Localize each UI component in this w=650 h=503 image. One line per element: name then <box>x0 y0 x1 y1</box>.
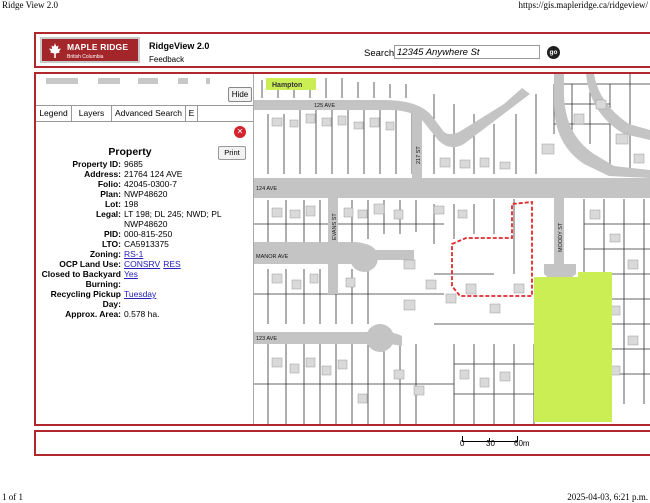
property-row-label: Folio: <box>97 179 121 189</box>
property-row-label: Lot: <box>104 199 121 209</box>
map-footer: 0 30 60m <box>34 430 650 456</box>
property-row: Legal: LT 198; DL 245; NWD; PL NWP48620 <box>36 209 253 229</box>
property-link[interactable]: Yes <box>124 269 138 279</box>
close-icon[interactable]: ✕ <box>234 126 246 138</box>
property-row-links: Yes <box>124 269 253 279</box>
property-row: OCP Land Use: CONSRV RES <box>36 259 253 269</box>
property-title: Property <box>108 146 152 158</box>
property-row-value: 9685 <box>124 159 143 169</box>
toolbar-item[interactable] <box>98 78 120 84</box>
property-link[interactable]: RES <box>163 259 180 269</box>
print-button[interactable]: Print <box>218 146 246 160</box>
tab-legend[interactable]: Legend <box>36 106 72 121</box>
property-details: Property ID: 9685 Address: 21764 124 AVE Fol… <box>36 159 253 319</box>
property-row: Plan: NWP48620 <box>36 189 253 199</box>
property-row-links: Tuesday <box>124 289 253 299</box>
road-label-125-ave: 125 AVE <box>314 103 335 109</box>
feedback-link[interactable]: Feedback <box>149 55 184 64</box>
property-link[interactable]: CONSRV <box>124 259 160 269</box>
property-row-value: 21764 124 AVE <box>124 169 183 179</box>
property-row-label: Approx. Area: <box>65 309 121 319</box>
property-row: PID: 000-815-250 <box>36 229 253 239</box>
ocp-highlight-area <box>534 272 612 422</box>
road-label-manor-ave: MANOR AVE <box>256 254 289 260</box>
toolbar-item[interactable] <box>46 78 78 84</box>
scale-label-0: 0 <box>460 439 465 448</box>
tab-advanced-search[interactable]: Advanced Search <box>112 106 186 121</box>
property-row-value: 42045-0300-7 <box>124 179 177 189</box>
search-label: Search: <box>364 48 397 59</box>
side-panel: Hide Legend Layers Advanced Search E ✕ P… <box>36 74 254 424</box>
app-header: MAPLE RIDGE British Columbia RidgeView 2… <box>34 32 650 68</box>
property-row: Zoning: RS-1 <box>36 249 253 259</box>
road-label-217-st: 217 ST <box>416 146 422 164</box>
property-row: Approx. Area: 0.578 ha. <box>36 309 253 319</box>
road-label-hampton: Hampton <box>272 82 302 89</box>
print-footer-pages: 1 of 1 <box>2 492 23 502</box>
property-row-value: 198 <box>124 199 139 209</box>
toolbar-item[interactable] <box>138 78 158 84</box>
property-row: Closed to Backyard Burning: Yes <box>36 269 253 289</box>
property-link[interactable]: Tuesday <box>124 289 156 299</box>
print-footer-timestamp: 2025-04-03, 6:21 p.m. <box>567 492 648 502</box>
property-row-label: Address: <box>84 169 121 179</box>
map-view[interactable]: Hampton 125 AVE 217 ST 124 AVE EVANS ST … <box>254 74 650 424</box>
map-canvas[interactable]: Hampton 125 AVE 217 ST 124 AVE EVANS ST … <box>254 74 650 424</box>
logo-name: MAPLE RIDGE <box>67 42 129 52</box>
app-title: RidgeView 2.0 <box>149 41 210 51</box>
go-button[interactable]: go <box>547 46 560 59</box>
panel-toolbar <box>46 78 216 86</box>
property-row-label: Legal: <box>95 209 121 219</box>
property-row-label: Closed to Backyard Burning: <box>41 269 121 289</box>
property-row-value: 0.578 ha. <box>124 309 160 319</box>
property-row-value: NWP48620 <box>124 189 168 199</box>
property-link[interactable]: RS-1 <box>124 249 143 259</box>
search-input[interactable] <box>394 45 540 59</box>
hide-panel-button[interactable]: Hide <box>228 87 252 102</box>
toolbar-item[interactable] <box>178 78 188 84</box>
road-label-123-ave: 123 AVE <box>256 336 277 342</box>
scale-label-60m: 60m <box>514 439 530 448</box>
property-row-label: Recycling Pickup Day: <box>50 289 121 309</box>
property-row-links: CONSRV RES <box>124 259 253 269</box>
property-row-label: Plan: <box>100 189 121 199</box>
tab-e[interactable]: E <box>186 106 198 121</box>
property-row: Recycling Pickup Day: Tuesday <box>36 289 253 309</box>
property-row: Lot: 198 <box>36 199 253 209</box>
property-row-value: LT 198; DL 245; NWD; PL NWP48620 <box>124 209 222 229</box>
property-row-value: 000-815-250 <box>124 229 173 239</box>
road-label-evans-st: EVANS ST <box>332 213 338 240</box>
property-row-label: LTO: <box>101 239 121 249</box>
property-row-label: PID: <box>104 229 121 239</box>
property-row-label: OCP Land Use: <box>59 259 121 269</box>
toolbar-item[interactable] <box>206 78 210 84</box>
property-row-links: RS-1 <box>124 249 253 259</box>
tab-layers[interactable]: Layers <box>72 106 112 121</box>
property-row-label: Property ID: <box>72 159 121 169</box>
print-header-url: https://gis.mapleridge.ca/ridgeview/ <box>518 0 648 10</box>
maple-leaf-icon <box>49 43 61 58</box>
property-row: Property ID: 9685 <box>36 159 253 169</box>
property-row-label: Zoning: <box>89 249 121 259</box>
property-row: Address: 21764 124 AVE <box>36 169 253 179</box>
maple-ridge-logo[interactable]: MAPLE RIDGE British Columbia <box>40 37 140 63</box>
road-label-moody-st: MOODY ST <box>558 222 564 252</box>
property-row: LTO: CA5913375 <box>36 239 253 249</box>
property-row: Folio: 42045-0300-7 <box>36 179 253 189</box>
main-content: Hide Legend Layers Advanced Search E ✕ P… <box>34 72 650 426</box>
panel-tabs: Legend Layers Advanced Search E <box>36 105 253 122</box>
print-header-title: Ridge View 2.0 <box>2 0 59 10</box>
road-label-124-ave: 124 AVE <box>256 186 277 192</box>
logo-subtitle: British Columbia <box>67 54 104 60</box>
property-row-value: CA5913375 <box>124 239 169 249</box>
scale-label-30: 30 <box>486 439 495 448</box>
